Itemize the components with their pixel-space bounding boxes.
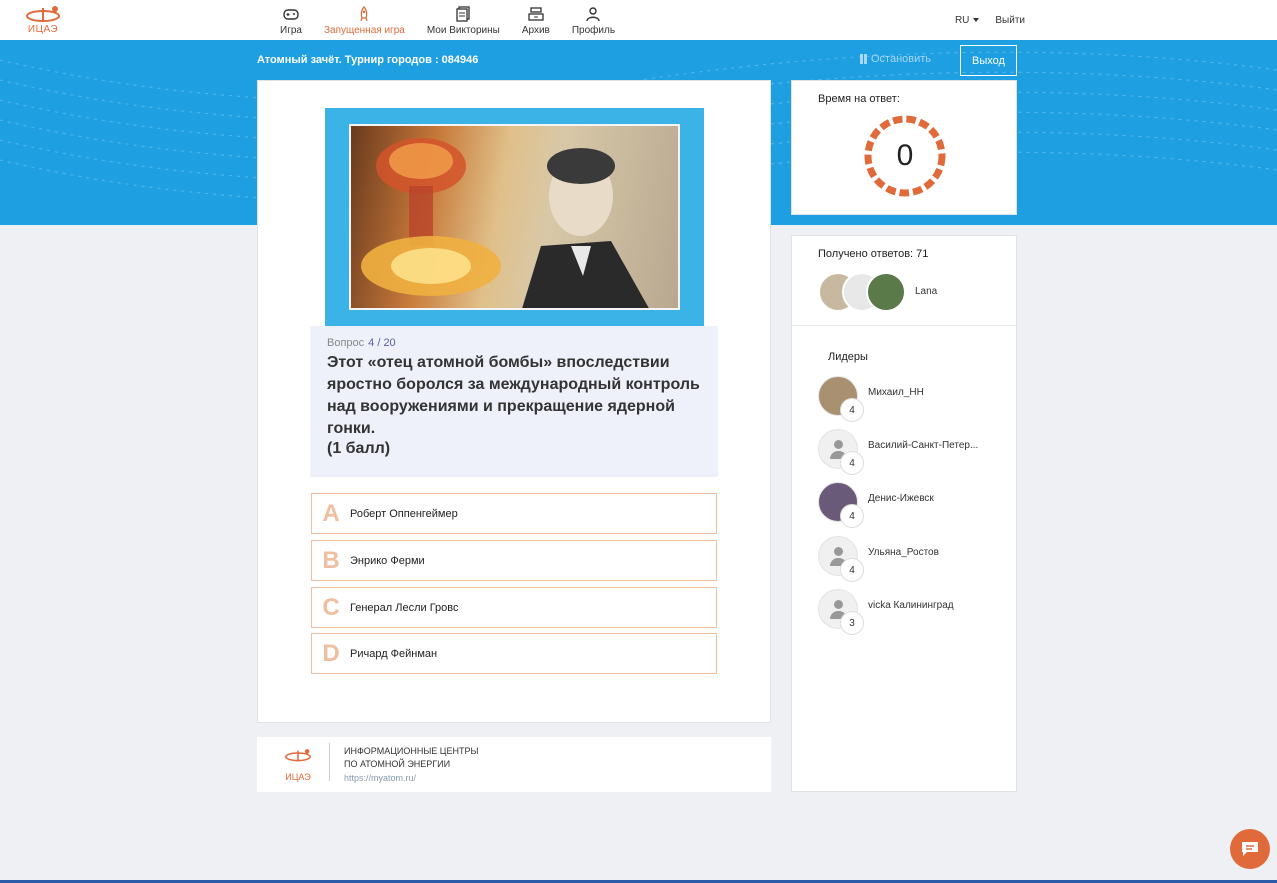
leader-name: vicka Калининград bbox=[868, 600, 954, 611]
leaders-title: Лидеры bbox=[828, 351, 868, 363]
answer-option-d[interactable]: D Ричард Фейнман bbox=[311, 633, 717, 674]
photo-illustration bbox=[361, 138, 649, 308]
question-box: Вопрос 4 / 20 Этот «отец атомной бомбы» в… bbox=[310, 326, 718, 477]
nav-item-game[interactable]: Игра bbox=[280, 6, 302, 36]
brand-logo[interactable]: ИЦАЭ bbox=[22, 4, 64, 38]
language-dropdown[interactable]: RU bbox=[955, 15, 979, 26]
leader-name: Михаил_НН bbox=[868, 387, 924, 398]
nav-label: Запущенная игра bbox=[323, 25, 405, 36]
question-progress: 4 / 20 bbox=[368, 337, 396, 349]
game-title: Атомный зачёт. Турнир городов : 084946 bbox=[257, 54, 479, 66]
last-answerer-name: Lana bbox=[915, 286, 938, 297]
footer: ИЦАЭ ИНФОРМАЦИОННЫЕ ЦЕНТРЫ ПО АТОМНОЙ ЭН… bbox=[257, 737, 771, 792]
question-photo bbox=[349, 124, 680, 310]
footer-org-name: ИНФОРМАЦИОННЫЕ ЦЕНТРЫ ПО АТОМНОЙ ЭНЕРГИИ bbox=[344, 745, 478, 771]
nav-item-archive[interactable]: Архив bbox=[522, 6, 550, 36]
avatar bbox=[866, 272, 906, 312]
leader-item: 4 Денис-Ижевск bbox=[818, 482, 1008, 528]
divider bbox=[792, 325, 1016, 326]
footer-line2: ПО АТОМНОЙ ЭНЕРГИИ bbox=[344, 759, 451, 769]
nav-item-running-game[interactable]: Запущенная игра bbox=[324, 6, 405, 36]
answer-letter: C bbox=[322, 593, 340, 621]
leader-score: 4 bbox=[840, 504, 864, 528]
leader-score: 4 bbox=[840, 451, 864, 475]
question-text: Этот «отец атомной бомбы» впоследствии я… bbox=[327, 354, 700, 437]
answer-option-c[interactable]: C Генерал Лесли Гровс bbox=[311, 587, 717, 628]
atom-logo-icon bbox=[285, 749, 311, 762]
participants-card: Получено ответов: 71 Lana Лидеры 4 Михаи… bbox=[791, 235, 1017, 792]
question-points: (1 балл) bbox=[327, 440, 391, 457]
answer-text: Ричард Фейнман bbox=[350, 647, 438, 660]
footer-line1: ИНФОРМАЦИОННЫЕ ЦЕНТРЫ bbox=[344, 746, 479, 756]
answer-letter: A bbox=[322, 499, 340, 527]
answer-option-a[interactable]: A Роберт Оппенгеймер bbox=[311, 493, 717, 534]
answer-text: Генерал Лесли Гровс bbox=[350, 601, 459, 614]
timer-label: Время на ответ: bbox=[818, 93, 900, 105]
leader-score: 4 bbox=[840, 398, 864, 422]
gamepad-icon bbox=[283, 9, 299, 20]
answer-option-b[interactable]: B Энрико Ферми bbox=[311, 540, 717, 581]
answer-letter: B bbox=[322, 546, 340, 574]
documents-icon bbox=[456, 6, 470, 22]
pause-icon bbox=[860, 54, 867, 64]
leader-score: 3 bbox=[840, 611, 864, 635]
nav-item-my-quizzes[interactable]: Мои Викторины bbox=[427, 6, 500, 36]
answer-text: Энрико Ферми bbox=[350, 554, 425, 567]
answers-received: Получено ответов: 71 bbox=[818, 248, 929, 260]
chat-icon bbox=[1242, 842, 1258, 856]
leader-item: 3 vicka Калининград bbox=[818, 589, 1008, 635]
timer-value: 0 bbox=[896, 139, 914, 172]
stop-button[interactable]: Остановить bbox=[860, 53, 931, 65]
question-label: Вопрос bbox=[327, 337, 365, 349]
footer-logo-text: ИЦАЭ bbox=[285, 772, 311, 782]
question-number: Вопрос 4 / 20 bbox=[327, 337, 396, 349]
rocket-icon bbox=[360, 6, 368, 22]
nav-right: RU Выйти bbox=[955, 15, 1025, 26]
logo-text: ИЦАЭ bbox=[27, 24, 59, 35]
leader-item: 4 Михаил_НН bbox=[818, 376, 1008, 422]
footer-logo[interactable]: ИЦАЭ bbox=[282, 746, 314, 782]
chat-button[interactable] bbox=[1230, 829, 1270, 869]
nav-label: Игра bbox=[280, 25, 302, 36]
logout-link[interactable]: Выйти bbox=[995, 15, 1025, 26]
main-menu: Игра Запущенная игра Мои Викторины Архив… bbox=[280, 6, 637, 36]
leader-item: 4 Ульяна_Ростов bbox=[818, 536, 1008, 582]
footer-link[interactable]: https://myatom.ru/ bbox=[344, 773, 416, 783]
leader-name: Василий-Санкт-Петер... bbox=[868, 440, 979, 451]
timer-card: Время на ответ: 0 bbox=[791, 80, 1017, 215]
answer-letter: D bbox=[322, 639, 340, 667]
top-navigation: ИЦАЭ Игра Запущенная игра Мои Викторины … bbox=[0, 0, 1277, 40]
exit-button[interactable]: Выход bbox=[960, 45, 1017, 76]
question-card: Вопрос 4 / 20 Этот «отец атомной бомбы» в… bbox=[257, 80, 771, 723]
nav-label: Профиль bbox=[571, 25, 616, 36]
leader-item: 4 Василий-Санкт-Петер... bbox=[818, 429, 1008, 475]
nav-label: Мои Викторины bbox=[426, 25, 500, 36]
leader-name: Ульяна_Ростов bbox=[868, 547, 939, 558]
answer-text: Роберт Оппенгеймер bbox=[350, 507, 458, 520]
leader-score: 4 bbox=[840, 558, 864, 582]
recent-answerers bbox=[818, 272, 908, 312]
question-image bbox=[325, 108, 704, 327]
leader-name: Денис-Ижевск bbox=[868, 493, 934, 504]
footer-divider bbox=[329, 743, 330, 781]
user-icon bbox=[586, 7, 601, 22]
nav-item-profile[interactable]: Профиль bbox=[572, 6, 615, 36]
nav-label: Архив bbox=[521, 25, 550, 36]
archive-icon bbox=[528, 7, 544, 21]
atom-logo-icon bbox=[26, 6, 60, 22]
stop-label: Остановить bbox=[871, 53, 932, 65]
